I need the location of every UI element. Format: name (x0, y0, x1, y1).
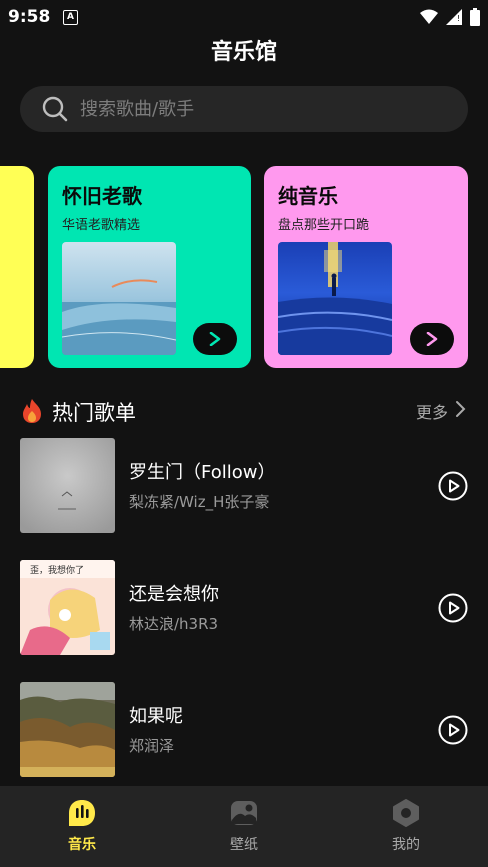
signal-icon: ! (446, 9, 462, 25)
play-icon[interactable] (438, 593, 468, 623)
song-title: 罗生门（Follow） (129, 462, 276, 483)
song-artist: 林达浪/h3R3 (129, 615, 219, 633)
tab-wallpaper[interactable]: 壁纸 (184, 798, 304, 854)
song-title: 如果呢 (129, 706, 183, 727)
chevron-right-icon (209, 332, 221, 346)
svg-text:!: ! (457, 14, 460, 23)
play-icon[interactable] (438, 471, 468, 501)
category-cover-image (62, 242, 176, 355)
search-icon (42, 96, 68, 122)
song-title: 还是会想你 (129, 584, 219, 605)
svg-text:歪，我想你了: 歪，我想你了 (30, 564, 84, 576)
profile-hexagon-icon (393, 799, 419, 827)
page-title: 音乐馆 (210, 40, 277, 65)
chevron-right-icon (426, 332, 438, 346)
music-bubble-icon (69, 800, 95, 826)
category-cover-image (278, 242, 392, 355)
battery-icon (470, 8, 480, 26)
search-bar[interactable] (20, 86, 468, 132)
category-card-partial[interactable] (0, 166, 34, 368)
category-go-button[interactable] (193, 323, 237, 355)
more-link[interactable]: 更多 (416, 399, 448, 423)
tab-mine[interactable]: 我的 (346, 798, 466, 854)
category-title: 纯音乐 (278, 184, 338, 208)
play-icon[interactable] (438, 715, 468, 745)
category-go-button[interactable] (410, 323, 454, 355)
song-cover (20, 682, 115, 777)
song-row[interactable]: 如果呢 郑润泽 (20, 682, 468, 778)
system-icons: ! (420, 8, 480, 26)
category-title: 怀旧老歌 (62, 184, 142, 208)
status-bar: 9:58 A ! (0, 0, 488, 34)
tab-label: 壁纸 (230, 837, 258, 853)
song-cover: 歪，我想你了 (20, 560, 115, 655)
tab-music[interactable]: 音乐 (22, 798, 142, 854)
bottom-tab-bar: 音乐 壁纸 我的 (0, 786, 488, 867)
category-subtitle: 华语老歌精选 (62, 218, 141, 233)
category-card-oldies[interactable]: 怀旧老歌 华语老歌精选 (48, 166, 251, 368)
song-row[interactable]: 罗生门（Follow） 梨冻紧/Wiz_H张子豪 (20, 438, 468, 534)
song-row[interactable]: 歪，我想你了 还是会想你 林达浪/h3R3 (20, 560, 468, 656)
tab-label: 音乐 (68, 837, 96, 853)
wallpaper-icon (231, 801, 257, 825)
section-title: 热门歌单 (52, 401, 136, 425)
chevron-right-icon[interactable] (454, 400, 466, 418)
category-subtitle: 盘点那些开口跪 (278, 218, 370, 233)
tab-label: 我的 (392, 837, 420, 853)
hot-playlist-header: 热门歌单 更多 (20, 394, 468, 428)
status-time: 9:58 (8, 7, 51, 27)
song-artist: 郑润泽 (129, 737, 175, 755)
song-artist: 梨冻紧/Wiz_H张子豪 (129, 493, 270, 511)
search-input[interactable] (78, 97, 412, 121)
notification-a-icon: A (63, 10, 78, 25)
fire-icon (23, 399, 41, 423)
song-cover (20, 438, 115, 533)
wifi-icon (420, 9, 438, 24)
category-card-instrumental[interactable]: 纯音乐 盘点那些开口跪 (264, 166, 468, 368)
